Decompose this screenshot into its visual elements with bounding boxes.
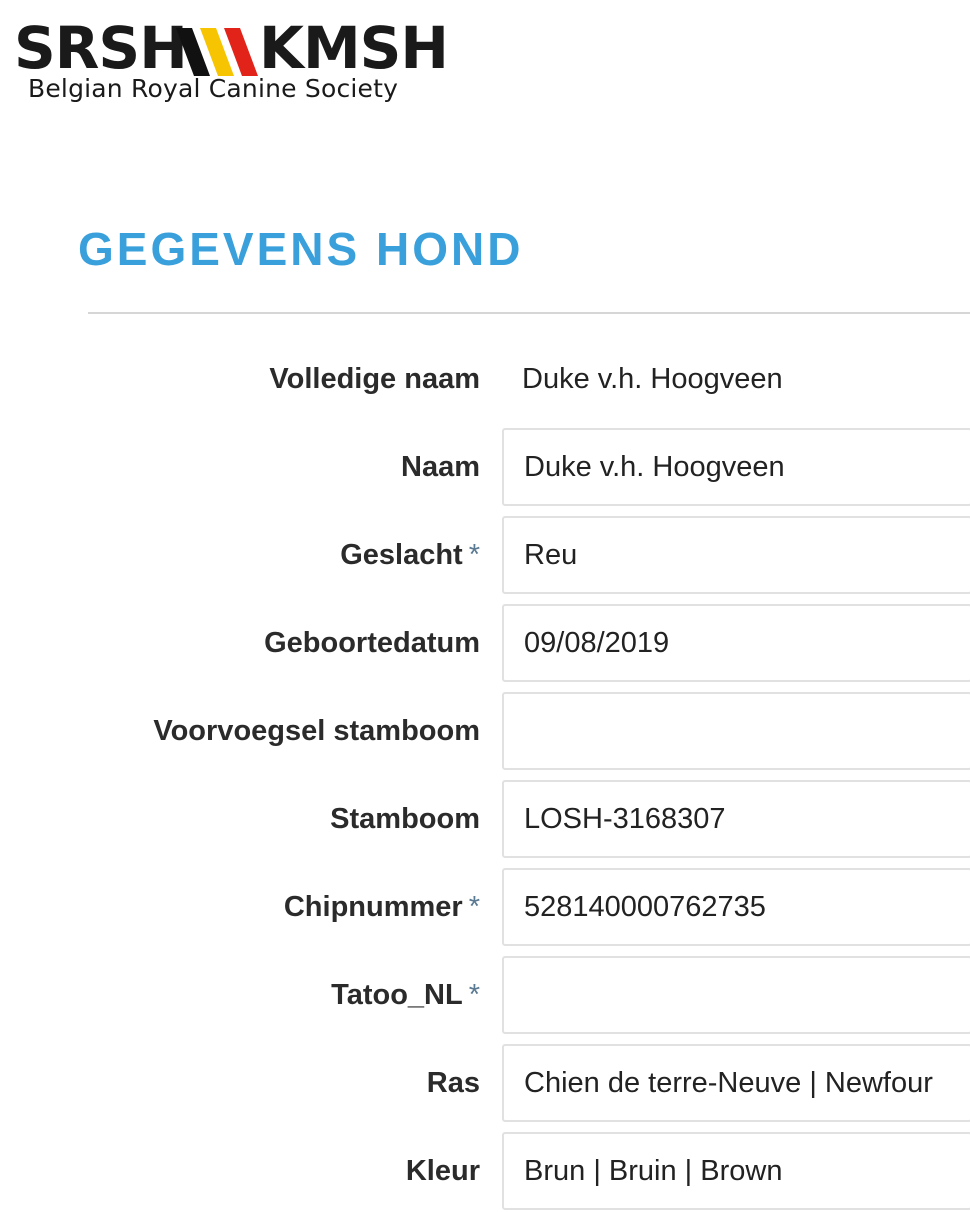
field-label: Voorvoegsel stamboom: [153, 692, 480, 770]
field-label-text: Tatoo_NL: [331, 979, 463, 1011]
required-marker: *: [468, 539, 480, 571]
field-label: Tatoo_NL *: [331, 956, 480, 1034]
belgian-flag-stripes-icon: [176, 28, 258, 76]
section-divider: [88, 312, 970, 314]
form-row: Geboortedatum 09/08/2019: [0, 604, 970, 682]
field-label-text: Volledige naam: [269, 363, 480, 395]
form-row: Volledige naam Duke v.h. Hoogveen: [0, 340, 970, 418]
field-label: Chipnummer *: [284, 868, 480, 946]
form-row: Ras Chien de terre-Neuve | Newfour: [0, 1044, 970, 1122]
form-row: Kleur Brun | Bruin | Brown: [0, 1132, 970, 1210]
field-label-text: Stamboom: [330, 803, 480, 835]
form-row: Tatoo_NL *: [0, 956, 970, 1034]
field-label: Ras: [427, 1044, 480, 1122]
field-label-text: Naam: [401, 451, 480, 483]
form-row: Voorvoegsel stamboom: [0, 692, 970, 770]
field-input[interactable]: Chien de terre-Neuve | Newfour: [502, 1044, 970, 1122]
field-input[interactable]: LOSH-3168307: [502, 780, 970, 858]
logo-text-srsh: SRSH: [14, 14, 188, 82]
page-title: GEGEVENS HOND: [78, 223, 524, 275]
logo-subtitle: Belgian Royal Canine Society: [28, 74, 399, 103]
field-input[interactable]: [502, 956, 970, 1034]
field-input[interactable]: [502, 692, 970, 770]
field-label-text: Kleur: [405, 1155, 480, 1187]
field-label: Naam: [401, 428, 480, 506]
field-label-text: Ras: [426, 1067, 480, 1099]
field-label: Volledige naam: [269, 340, 480, 418]
field-label-text: Voorvoegsel stamboom: [153, 715, 480, 747]
field-label: Stamboom: [330, 780, 480, 858]
field-input[interactable]: Reu: [502, 516, 970, 594]
site-logo[interactable]: SRSH KMSH Belgian Royal Canine Society: [14, 14, 449, 114]
field-input[interactable]: 09/08/2019: [502, 604, 970, 682]
field-input[interactable]: 528140000762735: [502, 868, 970, 946]
field-label: Geslacht *: [340, 516, 480, 594]
required-marker: *: [468, 891, 480, 923]
required-marker: *: [468, 979, 480, 1011]
field-label: Kleur: [406, 1132, 480, 1210]
form-row: Stamboom LOSH-3168307: [0, 780, 970, 858]
form-row: Chipnummer * 528140000762735: [0, 868, 970, 946]
field-input[interactable]: Duke v.h. Hoogveen: [502, 428, 970, 506]
field-label-text: Chipnummer: [283, 891, 463, 923]
field-value-text: Duke v.h. Hoogveen: [522, 363, 783, 395]
field-label-text: Geslacht: [340, 539, 463, 571]
field-label-text: Geboortedatum: [264, 627, 480, 659]
form-row: Geslacht * Reu: [0, 516, 970, 594]
form-row: Naam Duke v.h. Hoogveen: [0, 428, 970, 506]
logo-text-kmsh: KMSH: [259, 14, 449, 82]
field-label: Geboortedatum: [264, 604, 480, 682]
field-input[interactable]: Brun | Bruin | Brown: [502, 1132, 970, 1210]
